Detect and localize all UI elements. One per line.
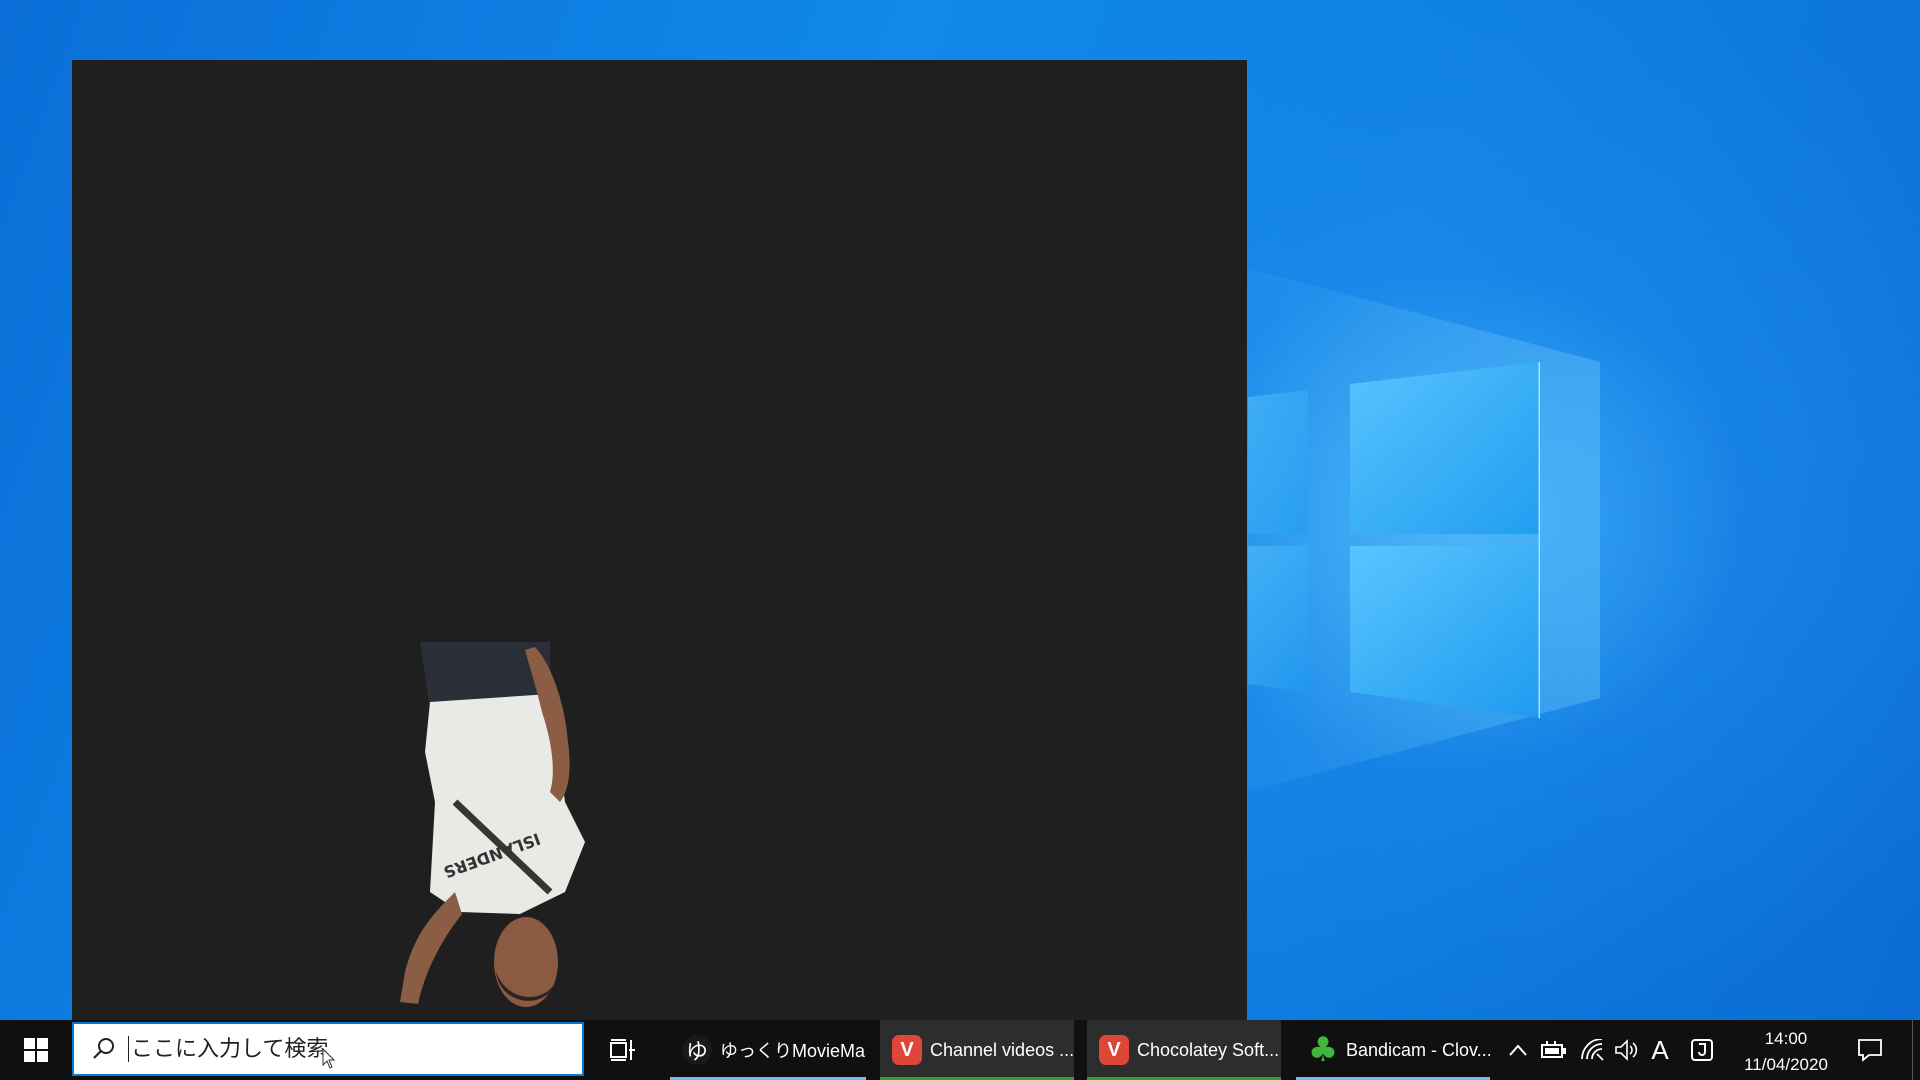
taskbar: ここに入力して検索 ゆ ゆっくりMovieMa... V Channel vid… [0,1020,1920,1080]
clock-date: 11/04/2020 [1744,1055,1828,1074]
taskbar-app-label: Bandicam - Clov... [1346,1039,1490,1060]
wifi-icon [1581,1039,1604,1061]
taskbar-clock[interactable]: 14:00 11/04/2020 [1728,1026,1844,1078]
show-hidden-icons-button[interactable] [1504,1036,1532,1064]
chevron-up-icon [1509,1044,1527,1056]
desktop: ISLANDERS [0,0,1920,1020]
windows-start-icon [24,1038,48,1062]
taskbar-app-label: Channel videos ... [930,1039,1074,1060]
network-tray-button[interactable] [1578,1036,1606,1064]
yukkuri-moviemaker-icon: ゆ [682,1035,712,1065]
taskbar-app-label: ゆっくりMovieMa... [720,1041,866,1061]
taskbar-app-vivaldi-channel[interactable]: V Channel videos ... [880,1020,1074,1080]
battery-icon [1541,1041,1566,1058]
upside-down-person-video: ISLANDERS [400,642,585,1007]
battery-tray-button[interactable] [1540,1036,1568,1064]
action-center-button[interactable] [1854,1036,1886,1064]
taskbar-app-bandicam[interactable]: ♣ Bandicam - Clov... [1296,1020,1490,1080]
task-view-icon [610,1039,635,1061]
video-preview-window: ISLANDERS [72,60,1247,1020]
clover-icon: ♣ [1307,1030,1339,1070]
ime-mode-indicator[interactable]: A [1646,1035,1674,1065]
notification-icon [1858,1039,1882,1062]
speaker-icon [1615,1039,1638,1061]
start-button[interactable] [0,1020,72,1080]
tray-app-icon [1691,1039,1713,1061]
taskbar-search-box[interactable]: ここに入力して検索 [72,1022,584,1076]
mouse-cursor-icon [322,1048,336,1069]
taskbar-app-yukkuri[interactable]: ゆ ゆっくりMovieMa... [670,1020,866,1080]
search-placeholder: ここに入力して検索 [128,1036,328,1062]
clock-time: 14:00 [1764,1029,1808,1048]
vivaldi-icon: V [1099,1035,1129,1065]
taskbar-app-vivaldi-chocolatey[interactable]: V Chocolatey Soft... [1087,1020,1281,1080]
search-icon [88,1033,120,1065]
task-view-button[interactable] [598,1020,648,1080]
show-desktop-button[interactable] [1912,1020,1920,1080]
app-tray-button[interactable] [1688,1036,1716,1064]
windows-logo-wallpaper [1248,362,1540,718]
taskbar-app-label: Chocolatey Soft... [1137,1039,1280,1060]
volume-tray-button[interactable] [1612,1036,1640,1064]
vivaldi-icon: V [892,1035,922,1065]
